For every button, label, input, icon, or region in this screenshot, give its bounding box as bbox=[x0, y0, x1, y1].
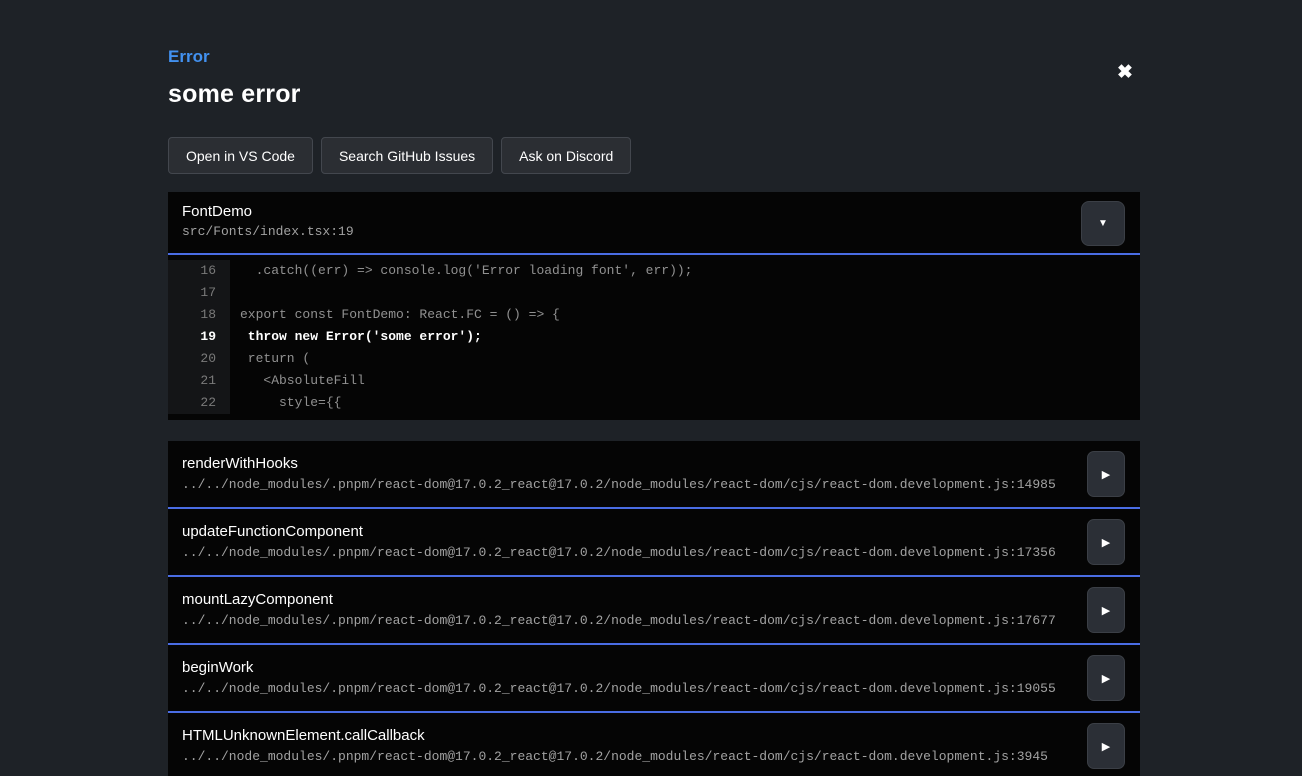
action-button[interactable]: Search GitHub Issues bbox=[321, 137, 493, 174]
code-line: 22 style={{ bbox=[168, 392, 1140, 414]
open-frame-button[interactable]: ▶ bbox=[1087, 451, 1125, 497]
stack-frame-item: beginWork ../../node_modules/.pnpm/react… bbox=[168, 645, 1140, 713]
stack-frame-source: ../../node_modules/.pnpm/react-dom@17.0.… bbox=[182, 477, 1140, 492]
code-frame-function-name: FontDemo bbox=[182, 203, 1140, 220]
code-line-number: 17 bbox=[168, 282, 230, 304]
open-frame-button[interactable]: ▶ bbox=[1087, 723, 1125, 769]
open-frame-button[interactable]: ▶ bbox=[1087, 519, 1125, 565]
stack-frame-function: mountLazyComponent bbox=[182, 591, 1140, 608]
code-line: 17 bbox=[168, 282, 1140, 304]
open-frame-button[interactable]: ▶ bbox=[1087, 655, 1125, 701]
code-line-number: 19 bbox=[168, 326, 230, 348]
code-line: 20 return ( bbox=[168, 348, 1140, 370]
action-button[interactable]: Open in VS Code bbox=[168, 137, 313, 174]
code-line-text: throw new Error('some error'); bbox=[230, 326, 482, 348]
stack-frame-source: ../../node_modules/.pnpm/react-dom@17.0.… bbox=[182, 749, 1140, 764]
play-icon: ▶ bbox=[1102, 604, 1110, 617]
stack-frame-item: updateFunctionComponent ../../node_modul… bbox=[168, 509, 1140, 577]
code-frame-header: FontDemo src/Fonts/index.tsx:19 ▼ bbox=[168, 192, 1140, 255]
code-line-text: return ( bbox=[230, 348, 310, 370]
code-line-text: style={{ bbox=[230, 392, 341, 414]
code-line: 18 export const FontDemo: React.FC = () … bbox=[168, 304, 1140, 326]
code-line-number: 21 bbox=[168, 370, 230, 392]
action-button-label: Open in VS Code bbox=[186, 148, 295, 164]
play-icon: ▶ bbox=[1102, 468, 1110, 481]
code-line-text bbox=[230, 282, 240, 304]
action-button-label: Search GitHub Issues bbox=[339, 148, 475, 164]
action-button-label: Ask on Discord bbox=[519, 148, 613, 164]
code-line: 19 throw new Error('some error'); bbox=[168, 326, 1140, 348]
play-icon: ▶ bbox=[1102, 536, 1110, 549]
stack-frame-item: renderWithHooks ../../node_modules/.pnpm… bbox=[168, 441, 1140, 509]
code-line-text: <AbsoluteFill bbox=[230, 370, 365, 392]
code-lines: 16 .catch((err) => console.log('Error lo… bbox=[168, 255, 1140, 420]
code-frame-file-location: src/Fonts/index.tsx:19 bbox=[182, 224, 1140, 239]
stack-frame-item: HTMLUnknownElement.callCallback ../../no… bbox=[168, 713, 1140, 776]
code-line-number: 20 bbox=[168, 348, 230, 370]
error-message-title: some error bbox=[168, 80, 1140, 109]
code-line-number: 18 bbox=[168, 304, 230, 326]
play-icon: ▶ bbox=[1102, 740, 1110, 753]
stack-frame-function: renderWithHooks bbox=[182, 455, 1140, 472]
stack-frame-function: updateFunctionComponent bbox=[182, 523, 1140, 540]
open-frame-button[interactable]: ▶ bbox=[1087, 587, 1125, 633]
code-line-number: 16 bbox=[168, 260, 230, 282]
collapse-code-button[interactable]: ▼ bbox=[1081, 201, 1125, 246]
stack-frame-source: ../../node_modules/.pnpm/react-dom@17.0.… bbox=[182, 681, 1140, 696]
stack-frame-source: ../../node_modules/.pnpm/react-dom@17.0.… bbox=[182, 545, 1140, 560]
error-overlay: { "colors": { "page_bg": "#1e2227", "pan… bbox=[0, 0, 1302, 776]
action-button-row: Open in VS Code Search GitHub Issues Ask… bbox=[168, 137, 1140, 174]
code-line-text: .catch((err) => console.log('Error loadi… bbox=[230, 260, 692, 282]
stack-trace-list: renderWithHooks ../../node_modules/.pnpm… bbox=[168, 441, 1140, 776]
action-button[interactable]: Ask on Discord bbox=[501, 137, 631, 174]
code-line: 21 <AbsoluteFill bbox=[168, 370, 1140, 392]
code-line-number: 22 bbox=[168, 392, 230, 414]
chevron-down-icon: ▼ bbox=[1098, 218, 1108, 229]
error-overlay-content: Error some error Open in VS Code Search … bbox=[168, 0, 1140, 776]
code-line-text: export const FontDemo: React.FC = () => … bbox=[230, 304, 560, 326]
stack-frame-function: HTMLUnknownElement.callCallback bbox=[182, 727, 1140, 744]
stack-frame-function: beginWork bbox=[182, 659, 1140, 676]
stack-frame-item: mountLazyComponent ../../node_modules/.p… bbox=[168, 577, 1140, 645]
code-line: 16 .catch((err) => console.log('Error lo… bbox=[168, 260, 1140, 282]
play-icon: ▶ bbox=[1102, 672, 1110, 685]
stack-frame-source: ../../node_modules/.pnpm/react-dom@17.0.… bbox=[182, 613, 1140, 628]
error-type-label: Error bbox=[168, 47, 1140, 67]
code-frame-panel: FontDemo src/Fonts/index.tsx:19 ▼ 16 .ca… bbox=[168, 192, 1140, 420]
